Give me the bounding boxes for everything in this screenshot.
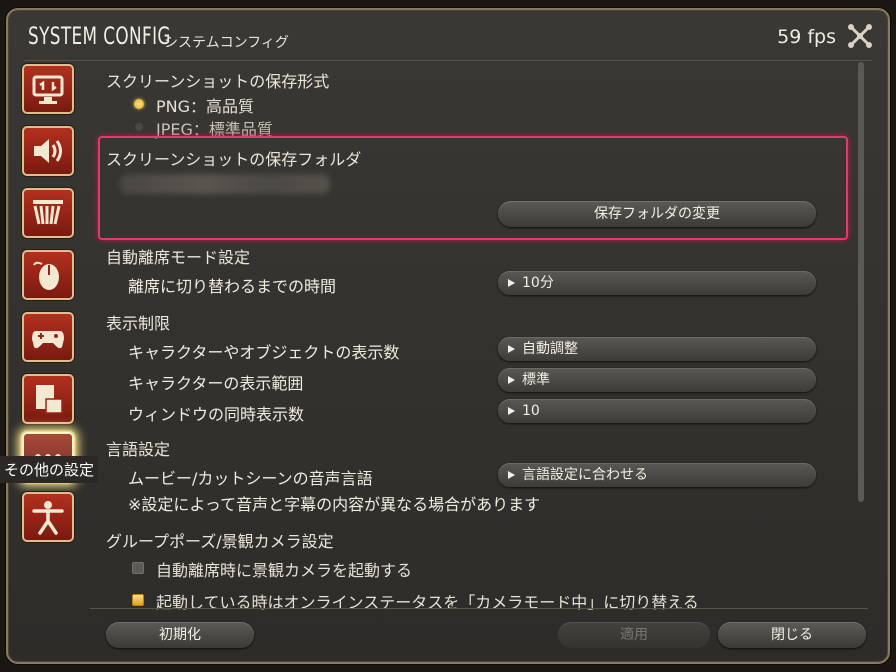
sidebar-item-theater[interactable] [22, 188, 74, 238]
radio-png[interactable] [134, 99, 144, 109]
character-range-value: 標準 [522, 372, 550, 388]
footer-divider [90, 608, 868, 609]
afk-heading: 自動離席モード設定 [106, 248, 251, 267]
voice-language-select[interactable]: 言語設定に合わせる [498, 463, 816, 487]
scrollbar[interactable] [858, 62, 864, 502]
category-sidebar: その他の設定 [0, 64, 99, 554]
voice-language-label: ムービー/カットシーンの音声言語 [128, 469, 373, 488]
apply-button[interactable]: 適用 [558, 622, 710, 648]
sidebar-item-display[interactable] [22, 64, 74, 114]
close-icon[interactable] [846, 22, 874, 50]
accessibility-icon [32, 501, 64, 535]
afk-time-value: 10分 [522, 275, 554, 291]
triangle-right-icon [508, 376, 515, 384]
mouse-icon [33, 261, 59, 290]
object-count-value: 自動調整 [522, 341, 578, 357]
display-limits-heading: 表示制限 [106, 314, 171, 333]
radio-jpeg[interactable] [134, 122, 144, 132]
sidebar-tooltip: その他の設定 [0, 456, 99, 483]
close-button[interactable]: 閉じる [718, 622, 866, 648]
sidebar-item-sound[interactable] [22, 126, 74, 176]
triangle-right-icon [508, 345, 515, 353]
folder-path-redacted [120, 174, 330, 194]
voice-language-value: 言語設定に合わせる [522, 467, 648, 483]
sidebar-item-gamepad[interactable] [22, 312, 74, 362]
radio-jpeg-label[interactable]: JPEG：標準品質 [156, 116, 273, 140]
triangle-right-icon [508, 407, 515, 415]
afk-time-select[interactable]: 10分 [498, 271, 816, 295]
window-count-label: ウィンドウの同時表示数 [128, 405, 305, 424]
document-icon [36, 385, 63, 414]
screenshot-format-heading: スクリーンショットの保存形式 [106, 72, 330, 91]
afk-camera-label[interactable]: 自動離席時に景観カメラを起動する [156, 557, 412, 581]
theater-icon [33, 200, 63, 225]
change-folder-button[interactable]: 保存フォルダの変更 [498, 201, 816, 227]
sidebar-item-document[interactable] [22, 374, 74, 424]
window-count-value: 10 [522, 403, 540, 419]
afk-camera-checkbox[interactable] [132, 562, 144, 574]
sound-icon [34, 139, 62, 163]
camera-status-checkbox[interactable] [132, 594, 144, 606]
afk-time-label: 離席に切り替わるまでの時間 [128, 277, 337, 296]
title-divider [24, 60, 872, 61]
window-title: SYSTEM CONFIG [28, 22, 171, 50]
reset-button[interactable]: 初期化 [106, 622, 254, 648]
sidebar-item-mouse[interactable] [22, 250, 74, 300]
triangle-right-icon [508, 279, 515, 287]
language-note: ※設定によって音声と字幕の内容が異なる場合があります [128, 495, 541, 514]
radio-png-label[interactable]: PNG：高品質 [156, 93, 254, 117]
object-count-select[interactable]: 自動調整 [498, 337, 816, 361]
camera-status-label[interactable]: 起動している時はオンラインステータスを「カメラモード中」に切り替える [156, 589, 699, 613]
object-count-label: キャラクターやオブジェクトの表示数 [128, 343, 400, 362]
window-subtitle: システムコンフィグ [164, 35, 289, 51]
title-bar: SYSTEM CONFIG システムコンフィグ 59 fps [8, 10, 888, 60]
display-icon [32, 75, 64, 104]
screenshot-folder-heading: スクリーンショットの保存フォルダ [106, 150, 362, 169]
character-range-select[interactable]: 標準 [498, 368, 816, 392]
fps-counter: 59 fps [777, 26, 836, 48]
gpose-heading: グループポーズ/景観カメラ設定 [106, 532, 334, 551]
triangle-right-icon [508, 471, 515, 479]
gamepad-icon [32, 331, 64, 349]
character-range-label: キャラクターの表示範囲 [128, 374, 304, 393]
language-heading: 言語設定 [106, 440, 171, 459]
window-count-select[interactable]: 10 [498, 399, 816, 423]
sidebar-item-accessibility[interactable] [22, 492, 74, 542]
